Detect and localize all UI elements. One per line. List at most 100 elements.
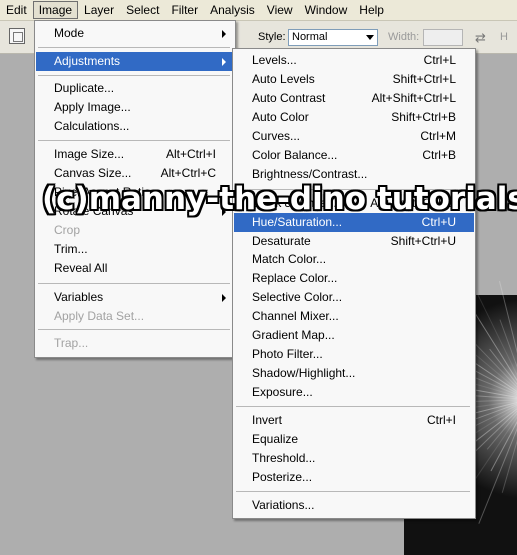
adjustments-item-label: Hue/Saturation... — [252, 215, 343, 229]
adjustments-item-exposure[interactable]: Exposure... — [234, 383, 474, 402]
image-menu-item-apply-data-set: Apply Data Set... — [36, 307, 234, 326]
image-menu-item-crop: Crop — [36, 221, 234, 240]
adjustments-item-label: Photo Filter... — [252, 347, 323, 361]
adjustments-item-shortcut: Ctrl+M — [420, 129, 456, 143]
adjustments-item-desaturate[interactable]: Desaturate Shift+Ctrl+U — [234, 232, 474, 251]
adjustments-item-match-color[interactable]: Match Color... — [234, 250, 474, 269]
menu-separator — [38, 283, 230, 284]
menu-layer[interactable]: Layer — [78, 1, 120, 19]
chevron-down-icon — [366, 35, 374, 40]
style-label: Style: — [258, 31, 286, 43]
menu-select[interactable]: Select — [120, 1, 165, 19]
adjustments-item-label: Auto Color — [252, 110, 309, 124]
image-menu-item-variables[interactable]: Variables — [36, 288, 234, 307]
adjustments-item-black-white[interactable]: Black & White... Alt+Shift+Ctrl+B — [234, 194, 474, 213]
image-menu-item-adjustments[interactable]: Adjustments — [36, 52, 234, 71]
adjustments-item-equalize[interactable]: Equalize — [234, 430, 474, 449]
image-menu-item-shortcut: Alt+Ctrl+C — [160, 166, 216, 180]
menu-separator — [38, 140, 230, 141]
menu-separator — [236, 406, 470, 407]
image-menu-item-label: Mode — [54, 26, 85, 40]
image-menu-item-label: Pixel Aspect Ratio — [54, 185, 151, 199]
adjustments-item-label: Curves... — [252, 129, 301, 143]
style-select-value: Normal — [292, 31, 328, 43]
adjustments-item-auto-contrast[interactable]: Auto Contrast Alt+Shift+Ctrl+L — [234, 89, 474, 108]
adjustments-item-invert[interactable]: Invert Ctrl+I — [234, 411, 474, 430]
adjustments-item-shortcut: Alt+Shift+Ctrl+B — [370, 196, 456, 210]
adjustments-item-photo-filter[interactable]: Photo Filter... — [234, 345, 474, 364]
adjustments-item-label: Posterize... — [252, 470, 313, 484]
image-menu-item-label: Apply Data Set... — [54, 309, 145, 323]
adjustments-item-label: Black & White... — [252, 196, 337, 210]
menu-filter[interactable]: Filter — [165, 1, 204, 19]
adjustments-item-label: Replace Color... — [252, 271, 338, 285]
adjustments-item-label: Color Balance... — [252, 148, 338, 162]
adjustments-item-shortcut: Ctrl+U — [421, 215, 456, 229]
adjustments-item-auto-levels[interactable]: Auto Levels Shift+Ctrl+L — [234, 70, 474, 89]
menu-bar: Edit Image Layer Select Filter Analysis … — [0, 0, 517, 21]
adjustments-item-variations[interactable]: Variations... — [234, 496, 474, 515]
menu-separator — [236, 491, 470, 492]
image-menu-item-reveal-all[interactable]: Reveal All — [36, 259, 234, 278]
image-menu-item-mode[interactable]: Mode — [36, 24, 234, 43]
adjustments-item-brightness-contrast[interactable]: Brightness/Contrast... — [234, 165, 474, 184]
image-menu-item-apply-image[interactable]: Apply Image... — [36, 98, 234, 117]
image-menu-item-label: Trap... — [54, 336, 89, 350]
image-menu-item-label: Reveal All — [54, 261, 108, 275]
adjustments-item-color-balance[interactable]: Color Balance... Ctrl+B — [234, 146, 474, 165]
adjustments-item-shortcut: Shift+Ctrl+L — [392, 72, 456, 86]
adjustments-item-label: Auto Contrast — [252, 91, 326, 105]
submenu-arrow-icon — [222, 30, 226, 38]
image-menu-item-label: Calculations... — [54, 119, 130, 133]
image-menu-item-label: Canvas Size... — [54, 166, 132, 180]
image-menu-item-label: Rotate Canvas — [54, 204, 134, 218]
image-menu-item-rotate-canvas[interactable]: Rotate Canvas — [36, 202, 234, 221]
adjustments-item-curves[interactable]: Curves... Ctrl+M — [234, 127, 474, 146]
menu-image[interactable]: Image — [32, 1, 79, 19]
menu-window[interactable]: Window — [299, 1, 354, 19]
adjustments-item-label: Desaturate — [252, 234, 311, 248]
width-input[interactable] — [423, 29, 463, 46]
menu-view[interactable]: View — [261, 1, 299, 19]
adjustments-item-gradient-map[interactable]: Gradient Map... — [234, 326, 474, 345]
adjustments-item-replace-color[interactable]: Replace Color... — [234, 269, 474, 288]
adjustments-item-threshold[interactable]: Threshold... — [234, 449, 474, 468]
image-menu-item-duplicate[interactable]: Duplicate... — [36, 79, 234, 98]
marquee-tool-icon[interactable] — [9, 28, 25, 44]
image-menu: Mode Adjustments Duplicate... Apply Image..… — [34, 20, 236, 358]
swap-icon[interactable]: ⇄ — [475, 30, 486, 46]
menu-separator — [38, 75, 230, 76]
image-menu-item-trim[interactable]: Trim... — [36, 240, 234, 259]
adjustments-item-shortcut: Ctrl+B — [422, 148, 456, 162]
adjustments-item-shortcut: Ctrl+L — [423, 53, 456, 67]
adjustments-item-label: Gradient Map... — [252, 328, 335, 342]
adjustments-item-label: Levels... — [252, 53, 297, 67]
adjustments-item-shortcut: Alt+Shift+Ctrl+L — [371, 91, 456, 105]
width-label: Width: — [388, 31, 420, 43]
image-menu-item-image-size[interactable]: Image Size... Alt+Ctrl+I — [36, 145, 234, 164]
adjustments-item-label: Equalize — [252, 432, 299, 446]
submenu-arrow-icon — [222, 208, 226, 216]
image-menu-item-canvas-size[interactable]: Canvas Size... Alt+Ctrl+C — [36, 164, 234, 183]
adjustments-item-levels[interactable]: Levels... Ctrl+L — [234, 51, 474, 70]
adjustments-item-label: Invert — [252, 413, 283, 427]
adjustments-item-label: Match Color... — [252, 252, 327, 266]
menu-help[interactable]: Help — [353, 1, 390, 19]
image-menu-item-pixel-aspect-ratio[interactable]: Pixel Aspect Ratio — [36, 183, 234, 202]
adjustments-item-channel-mixer[interactable]: Channel Mixer... — [234, 307, 474, 326]
image-menu-item-label: Duplicate... — [54, 81, 115, 95]
menu-edit[interactable]: Edit — [0, 1, 33, 19]
adjustments-item-selective-color[interactable]: Selective Color... — [234, 288, 474, 307]
adjustments-item-shadow-highlight[interactable]: Shadow/Highlight... — [234, 364, 474, 383]
menu-analysis[interactable]: Analysis — [204, 1, 261, 19]
adjustments-item-hue-saturation[interactable]: Hue/Saturation... Ctrl+U — [234, 213, 474, 232]
style-select[interactable]: Normal — [288, 29, 378, 46]
adjustments-item-label: Shadow/Highlight... — [252, 366, 356, 380]
submenu-arrow-icon — [222, 189, 226, 197]
adjustments-item-auto-color[interactable]: Auto Color Shift+Ctrl+B — [234, 108, 474, 127]
image-menu-item-shortcut: Alt+Ctrl+I — [165, 147, 216, 161]
adjustments-item-posterize[interactable]: Posterize... — [234, 468, 474, 487]
adjustments-item-shortcut: Shift+Ctrl+B — [391, 110, 456, 124]
adjustments-item-label: Auto Levels — [252, 72, 315, 86]
image-menu-item-calculations[interactable]: Calculations... — [36, 117, 234, 136]
